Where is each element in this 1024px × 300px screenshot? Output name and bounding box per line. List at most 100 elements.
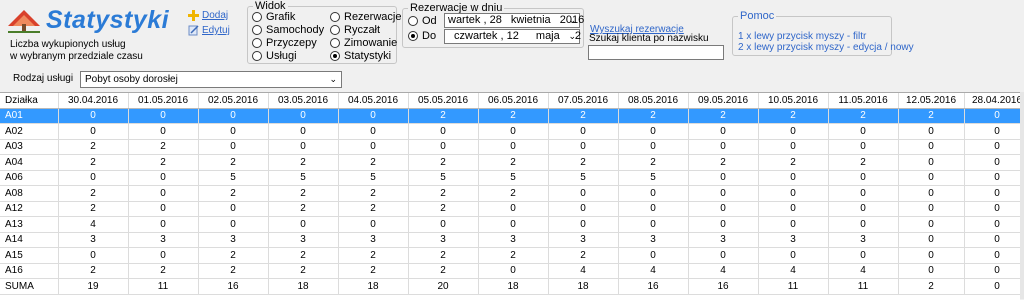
table-cell[interactable]: 16 [688, 278, 759, 295]
table-cell[interactable]: 0 [964, 123, 1020, 140]
column-header[interactable]: 05.05.2016 [408, 93, 479, 109]
table-cell[interactable]: 0 [964, 170, 1020, 186]
column-header[interactable]: 08.05.2016 [618, 93, 689, 109]
table-cell[interactable]: 2 [758, 154, 829, 171]
table-cell[interactable]: 2 [408, 201, 479, 217]
table-cell[interactable]: 3 [548, 232, 619, 248]
radio-indicator[interactable] [252, 38, 262, 48]
table-row[interactable]: A16 2 2 2 2 2 2 0 4 4 4 4 4 0 0 [0, 263, 1020, 279]
table-cell[interactable]: 0 [898, 201, 965, 217]
table-cell[interactable]: 2 [268, 263, 339, 279]
table-cell[interactable]: 0 [964, 185, 1020, 202]
table-cell[interactable]: 2 [128, 139, 199, 155]
table-cell[interactable]: 0 [688, 247, 759, 264]
table-cell[interactable]: 3 [828, 232, 899, 248]
table-cell[interactable]: 4 [828, 263, 899, 279]
table-cell[interactable]: 2 [898, 108, 965, 124]
row-label-cell[interactable]: A08 [0, 185, 59, 202]
table-cell[interactable]: 0 [128, 170, 199, 186]
table-cell[interactable]: 18 [338, 278, 409, 295]
table-cell[interactable]: 2 [128, 263, 199, 279]
column-header[interactable]: 11.05.2016 [828, 93, 899, 109]
view-radio-statystyki[interactable]: Statystyki [330, 50, 391, 62]
column-header[interactable]: 02.05.2016 [198, 93, 269, 109]
table-cell[interactable]: 3 [478, 232, 549, 248]
table-cell[interactable]: 2 [198, 185, 269, 202]
date-to-picker[interactable]: czwartek , 12 maja 2 ⌄ [444, 29, 581, 44]
table-cell[interactable]: 2 [58, 154, 129, 171]
row-label-cell[interactable]: A13 [0, 216, 59, 233]
table-cell[interactable]: 2 [198, 263, 269, 279]
row-label-cell[interactable]: A04 [0, 154, 59, 171]
table-cell[interactable]: 0 [828, 170, 899, 186]
table-cell[interactable]: 0 [964, 263, 1020, 279]
table-cell[interactable]: 0 [898, 185, 965, 202]
table-cell[interactable]: 0 [618, 216, 689, 233]
table-cell[interactable]: 2 [548, 247, 619, 264]
table-cell[interactable]: 2 [338, 263, 409, 279]
row-label-cell[interactable]: A12 [0, 201, 59, 217]
table-cell[interactable]: 0 [688, 123, 759, 140]
table-cell[interactable]: 18 [548, 278, 619, 295]
table-cell[interactable]: 2 [408, 263, 479, 279]
date-from-picker[interactable]: wartek , 28 kwietnia 2016 ⌄ [444, 13, 584, 28]
table-cell[interactable]: 0 [758, 185, 829, 202]
table-cell[interactable]: 0 [338, 216, 409, 233]
column-header[interactable]: 30.04.2016 [58, 93, 129, 109]
chevron-down-icon[interactable]: ⌄ [568, 14, 576, 27]
table-cell[interactable]: 0 [898, 232, 965, 248]
radio-indicator[interactable] [252, 25, 262, 35]
table-cell[interactable]: 2 [338, 154, 409, 171]
column-header[interactable]: 09.05.2016 [688, 93, 759, 109]
table-cell[interactable]: 4 [548, 263, 619, 279]
table-cell[interactable]: 3 [688, 232, 759, 248]
row-label-cell[interactable]: A15 [0, 247, 59, 264]
table-cell[interactable]: 0 [828, 247, 899, 264]
table-cell[interactable]: 20 [408, 278, 479, 295]
chevron-down-icon[interactable]: ⌄ [329, 72, 337, 87]
table-cell[interactable]: 0 [618, 185, 689, 202]
table-cell[interactable]: 0 [478, 263, 549, 279]
table-cell[interactable]: 0 [964, 247, 1020, 264]
table-cell[interactable]: 0 [688, 139, 759, 155]
table-cell[interactable]: 0 [828, 185, 899, 202]
table-cell[interactable]: 4 [688, 263, 759, 279]
table-cell[interactable]: 3 [58, 232, 129, 248]
table-cell[interactable]: 0 [964, 232, 1020, 248]
table-cell[interactable]: 2 [898, 278, 965, 295]
table-cell[interactable]: 3 [618, 232, 689, 248]
table-cell[interactable]: 3 [338, 232, 409, 248]
table-row[interactable]: A15 0 0 2 2 2 2 2 2 0 0 0 0 0 0 [0, 247, 1020, 264]
table-cell[interactable]: 5 [548, 170, 619, 186]
table-cell[interactable]: 0 [758, 201, 829, 217]
table-cell[interactable]: 0 [898, 170, 965, 186]
table-cell[interactable]: 0 [268, 108, 339, 124]
radio-indicator[interactable] [330, 25, 340, 35]
table-cell[interactable]: 0 [898, 247, 965, 264]
table-cell[interactable]: 0 [338, 108, 409, 124]
table-cell[interactable]: 0 [478, 123, 549, 140]
table-cell[interactable]: 0 [128, 201, 199, 217]
table-cell[interactable]: 2 [268, 154, 339, 171]
table-cell[interactable]: 5 [478, 170, 549, 186]
table-cell[interactable]: 2 [128, 154, 199, 171]
table-cell[interactable]: 18 [478, 278, 549, 295]
table-cell[interactable]: 0 [898, 216, 965, 233]
table-cell[interactable]: 5 [338, 170, 409, 186]
table-cell[interactable]: 2 [338, 185, 409, 202]
table-cell[interactable]: 0 [964, 201, 1020, 217]
table-cell[interactable]: 0 [758, 216, 829, 233]
table-cell[interactable]: 0 [548, 123, 619, 140]
column-header[interactable]: 03.05.2016 [268, 93, 339, 109]
table-cell[interactable]: 0 [688, 216, 759, 233]
table-row[interactable]: A08 2 0 2 2 2 2 2 0 0 0 0 0 0 0 [0, 185, 1020, 202]
table-cell[interactable]: 0 [408, 123, 479, 140]
table-cell[interactable]: 0 [58, 123, 129, 140]
service-filter-select[interactable]: Pobyt osoby dorosłej ⌄ [80, 71, 342, 88]
table-cell[interactable]: 0 [198, 216, 269, 233]
table-cell[interactable]: 0 [688, 170, 759, 186]
table-cell[interactable]: 0 [268, 139, 339, 155]
table-cell[interactable]: 0 [198, 201, 269, 217]
row-label-cell[interactable]: A14 [0, 232, 59, 248]
column-header[interactable]: 06.05.2016 [478, 93, 549, 109]
